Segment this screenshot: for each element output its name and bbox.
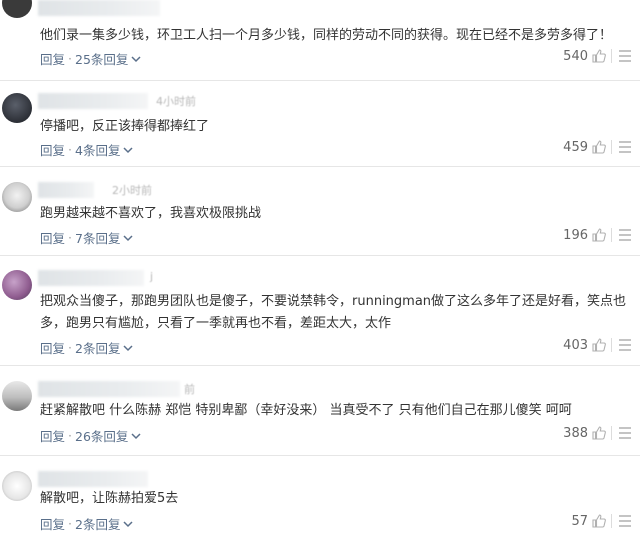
separator-dot: · (68, 230, 72, 245)
username-blurred[interactable] (38, 381, 180, 397)
thumbs-up-icon[interactable] (591, 48, 607, 64)
separator-dot: · (68, 51, 72, 66)
comment-time: 4小时前 (156, 95, 196, 108)
like-count: 459 (563, 139, 588, 155)
chevron-down-icon[interactable] (122, 233, 134, 243)
chevron-down-icon[interactable] (122, 145, 134, 155)
username-blurred[interactable] (38, 0, 160, 16)
comment-item: 前 赶紧解散吧 什么陈赫 郑恺 特别卑鄙（幸好没来） 当真受不了 只有他们自己在… (0, 366, 640, 456)
chevron-down-icon[interactable] (130, 431, 142, 441)
comment-text: 解散吧，让陈赫拍爱5去 (40, 491, 179, 506)
like-count: 388 (563, 425, 588, 441)
view-replies-link[interactable]: 7条回复 (75, 228, 120, 247)
divider (611, 426, 612, 440)
like-area: 57 (571, 513, 632, 529)
reply-button[interactable]: 回复 (40, 228, 65, 247)
view-replies-link[interactable]: 25条回复 (75, 49, 128, 68)
comment-actions: 回复 · 25条回复 (40, 49, 142, 68)
like-area: 196 (563, 227, 632, 243)
like-area: 388 (563, 425, 632, 441)
chevron-down-icon[interactable] (122, 519, 134, 529)
more-dots-icon[interactable] (618, 514, 632, 528)
comment-item: j 把观众当傻子，那跑男团队也是傻子，不要说禁韩令，runningman做了这么… (0, 256, 640, 366)
username-blurred[interactable] (38, 93, 148, 109)
username-blurred[interactable] (38, 471, 148, 487)
like-area: 459 (563, 139, 632, 155)
username-blurred[interactable] (38, 182, 94, 198)
comment-item: 解散吧，让陈赫拍爱5去 回复 · 2条回复 57 (0, 456, 640, 536)
divider (611, 514, 612, 528)
view-replies-link[interactable]: 2条回复 (75, 514, 120, 533)
more-dots-icon[interactable] (618, 49, 632, 63)
avatar[interactable] (2, 471, 32, 501)
comment-item: 4小时前 停播吧，反正该捧得都捧红了 回复 · 4条回复 459 (0, 81, 640, 167)
separator-dot: · (68, 428, 72, 443)
view-replies-link[interactable]: 26条回复 (75, 426, 128, 445)
avatar[interactable] (2, 182, 32, 212)
view-replies-link[interactable]: 2条回复 (75, 338, 120, 357)
avatar[interactable] (2, 93, 32, 123)
comment-actions: 回复 · 26条回复 (40, 426, 142, 445)
username-blurred[interactable] (38, 270, 144, 286)
chevron-down-icon[interactable] (130, 54, 142, 64)
like-count: 196 (563, 227, 588, 243)
more-dots-icon[interactable] (618, 426, 632, 440)
comment-item: 2小时前 跑男越来越不喜欢了，我喜欢极限挑战 回复 · 7条回复 196 (0, 167, 640, 256)
thumbs-up-icon[interactable] (591, 139, 607, 155)
comment-item: 他们录一集多少钱，环卫工人扫一个月多少钱，同样的劳动不同的获得。现在已经不是多劳… (0, 0, 640, 81)
separator-dot: · (68, 516, 72, 531)
comment-text: 停播吧，反正该捧得都捧红了 (40, 119, 210, 134)
comment-text: 他们录一集多少钱，环卫工人扫一个月多少钱，同样的劳动不同的获得。现在已经不是多劳… (40, 28, 613, 43)
reply-button[interactable]: 回复 (40, 140, 65, 159)
divider (611, 140, 612, 154)
like-area: 540 (563, 48, 632, 64)
like-count: 403 (563, 337, 588, 353)
reply-button[interactable]: 回复 (40, 338, 65, 357)
like-count: 57 (571, 513, 588, 529)
avatar[interactable] (2, 381, 32, 411)
comment-time: j (150, 270, 154, 283)
thumbs-up-icon[interactable] (591, 227, 607, 243)
view-replies-link[interactable]: 4条回复 (75, 140, 120, 159)
divider (611, 338, 612, 352)
thumbs-up-icon[interactable] (591, 513, 607, 529)
comment-time: 2小时前 (112, 184, 152, 197)
separator-dot: · (68, 340, 72, 355)
divider (611, 49, 612, 63)
more-dots-icon[interactable] (618, 338, 632, 352)
reply-button[interactable]: 回复 (40, 49, 65, 68)
comment-actions: 回复 · 7条回复 (40, 228, 134, 247)
reply-button[interactable]: 回复 (40, 426, 65, 445)
divider (611, 228, 612, 242)
more-dots-icon[interactable] (618, 228, 632, 242)
more-dots-icon[interactable] (618, 140, 632, 154)
like-area: 403 (563, 337, 632, 353)
reply-button[interactable]: 回复 (40, 514, 65, 533)
comment-actions: 回复 · 2条回复 (40, 514, 134, 533)
thumbs-up-icon[interactable] (591, 337, 607, 353)
avatar[interactable] (2, 270, 32, 300)
comment-text: 赶紧解散吧 什么陈赫 郑恺 特别卑鄙（幸好没来） 当真受不了 只有他们自己在那儿… (40, 403, 572, 418)
comment-time: 前 (184, 383, 195, 396)
thumbs-up-icon[interactable] (591, 425, 607, 441)
comment-text: 把观众当傻子，那跑男团队也是傻子，不要说禁韩令，runningman做了这么多年… (40, 294, 627, 331)
comment-actions: 回复 · 2条回复 (40, 338, 134, 357)
comment-actions: 回复 · 4条回复 (40, 140, 134, 159)
chevron-down-icon[interactable] (122, 343, 134, 353)
separator-dot: · (68, 142, 72, 157)
avatar[interactable] (2, 0, 32, 18)
like-count: 540 (563, 48, 588, 64)
comment-text: 跑男越来越不喜欢了，我喜欢极限挑战 (40, 206, 262, 221)
